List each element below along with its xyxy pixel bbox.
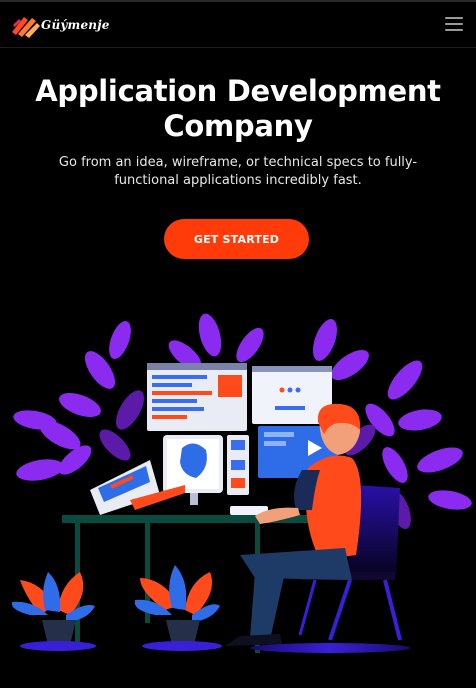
brush-stroke-logo-icon — [12, 17, 40, 38]
site-header: Güýmenje — [0, 2, 476, 48]
logo-text: Güýmenje — [41, 18, 110, 32]
floor-glow — [250, 643, 410, 653]
hamburger-menu-icon[interactable] — [445, 17, 463, 31]
hero-title: Application Development Company — [35, 74, 441, 143]
hero-subtitle: Go from an idea, wireframe, or technical… — [58, 155, 418, 188]
logo[interactable]: Güýmenje — [9, 10, 119, 40]
code-window — [147, 363, 247, 431]
small-card-panel — [227, 435, 249, 495]
developer-illustration — [11, 313, 472, 653]
get-started-button[interactable]: GET STARTED — [164, 219, 309, 259]
potted-plant-left — [11, 572, 96, 651]
